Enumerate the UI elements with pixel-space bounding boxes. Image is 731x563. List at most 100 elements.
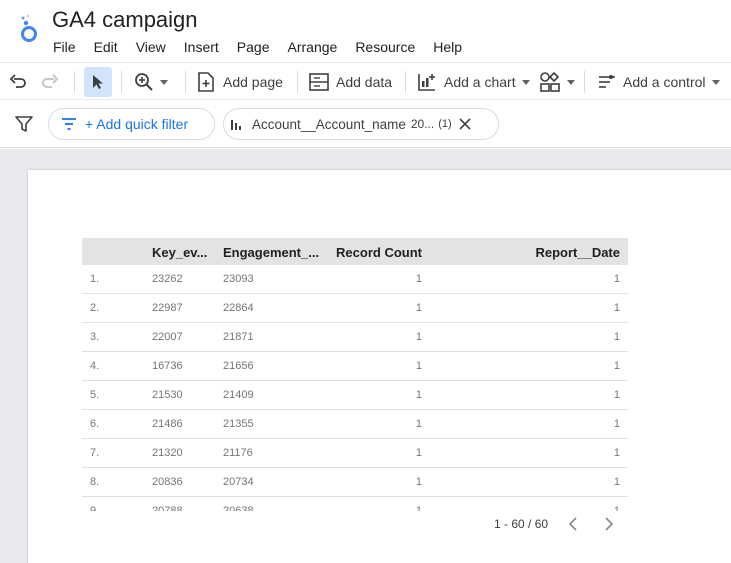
table-row: 4. 16736 21656 1 1: [82, 352, 628, 381]
add-chart-icon: [418, 74, 435, 91]
toolbar-divider: [74, 71, 75, 93]
column-header-report-date[interactable]: Report__Date: [522, 245, 620, 260]
table-header: Key_ev... Engagement_... Record Count Re…: [82, 238, 628, 265]
add-control-label: Add a control: [623, 74, 706, 90]
pagination-label: 1 - 60 / 60: [494, 517, 549, 531]
close-icon[interactable]: [458, 117, 472, 131]
zoom-button[interactable]: [134, 67, 168, 97]
cell-engagement: 22864: [223, 302, 254, 314]
title-bar: GA4 campaign File Edit View Insert Page …: [0, 0, 731, 62]
cell-record-count: 1: [415, 273, 422, 285]
bar-chart-icon: [231, 120, 241, 130]
toolbar-divider: [297, 71, 298, 93]
add-data-button[interactable]: Add data: [308, 67, 392, 97]
add-quick-filter-label: + Add quick filter: [85, 116, 189, 132]
table-row: 9. 20788 20638 1 1: [82, 497, 628, 511]
cell-report-date: 1: [613, 389, 620, 401]
row-index: 6.: [90, 418, 100, 430]
table-row: 6. 21486 21355 1 1: [82, 410, 628, 439]
column-header-record-count[interactable]: Record Count: [336, 245, 422, 260]
quick-filter-icon: [62, 118, 76, 130]
undo-icon: [9, 74, 26, 88]
filter-bar: + Add quick filter Account__Account_name…: [0, 100, 731, 148]
account-filter-field: Account__Account_name: [252, 116, 406, 132]
row-index: 9.: [90, 505, 100, 511]
menu-edit[interactable]: Edit: [85, 37, 127, 57]
table-row: 1. 23262 23093 1 1: [82, 265, 628, 294]
cell-engagement: 21871: [223, 331, 254, 343]
toolbar: Add page Add data Add a chart Add a cont…: [0, 62, 731, 100]
row-index: 8.: [90, 476, 100, 488]
column-header-key-events[interactable]: Key_ev...: [152, 245, 207, 260]
column-header-engagement[interactable]: Engagement_...: [223, 245, 319, 260]
row-index: 4.: [90, 360, 100, 372]
row-index: 7.: [90, 447, 100, 459]
add-quick-filter-button[interactable]: + Add quick filter: [48, 108, 215, 140]
filter-button[interactable]: [14, 109, 34, 139]
add-data-icon: [309, 73, 329, 91]
table-pagination: 1 - 60 / 60: [494, 517, 614, 531]
cell-key-events: 21530: [152, 389, 183, 401]
add-data-label: Add data: [336, 74, 393, 90]
community-viz-button[interactable]: [539, 67, 575, 97]
table-row: 7. 21320 21176 1 1: [82, 439, 628, 468]
chevron-left-icon[interactable]: [568, 517, 578, 531]
cell-key-events: 20836: [152, 476, 183, 488]
add-page-label: Add page: [223, 74, 283, 90]
add-chart-label: Add a chart: [444, 74, 516, 90]
chevron-down-icon: [711, 79, 720, 85]
cell-record-count: 1: [415, 418, 422, 430]
cell-record-count: 1: [415, 505, 422, 511]
cell-engagement: 20638: [223, 505, 254, 511]
cell-report-date: 1: [613, 331, 620, 343]
report-title[interactable]: GA4 campaign: [52, 7, 198, 33]
table-row: 8. 20836 20734 1 1: [82, 468, 628, 497]
cell-key-events: 16736: [152, 360, 183, 372]
menu-arrange[interactable]: Arrange: [279, 37, 347, 57]
report-canvas[interactable]: Key_ev... Engagement_... Record Count Re…: [0, 149, 731, 563]
report-page[interactable]: Key_ev... Engagement_... Record Count Re…: [28, 170, 731, 563]
add-control-button[interactable]: Add a control: [597, 67, 720, 97]
cell-report-date: 1: [613, 418, 620, 430]
chevron-down-icon: [521, 79, 530, 85]
row-index: 2.: [90, 302, 100, 314]
cell-report-date: 1: [613, 360, 620, 372]
cell-record-count: 1: [415, 331, 422, 343]
menu-resource[interactable]: Resource: [346, 37, 424, 57]
table-row: 5. 21530 21409 1 1: [82, 381, 628, 410]
cell-engagement: 21409: [223, 389, 254, 401]
chevron-right-icon[interactable]: [604, 517, 614, 531]
chevron-down-icon: [160, 79, 168, 85]
menu-file[interactable]: File: [44, 37, 85, 57]
cell-engagement: 20734: [223, 476, 254, 488]
table-row: 3. 22007 21871 1 1: [82, 323, 628, 352]
select-tool-button[interactable]: [84, 67, 112, 97]
chevron-down-icon: [567, 79, 575, 85]
menu-insert[interactable]: Insert: [175, 37, 228, 57]
cell-record-count: 1: [415, 302, 422, 314]
cell-engagement: 21176: [223, 447, 253, 459]
cell-report-date: 1: [613, 476, 620, 488]
menu-view[interactable]: View: [127, 37, 175, 57]
community-viz-icon: [540, 71, 560, 92]
redo-button[interactable]: [40, 67, 60, 97]
account-filter-chip[interactable]: Account__Account_name 20... (1): [223, 108, 499, 140]
zoom-icon: [135, 73, 153, 91]
menu-page[interactable]: Page: [228, 37, 279, 57]
cell-key-events: 21486: [152, 418, 183, 430]
toolbar-divider: [121, 71, 122, 93]
cell-record-count: 1: [415, 476, 422, 488]
undo-button[interactable]: [8, 67, 28, 97]
data-table[interactable]: Key_ev... Engagement_... Record Count Re…: [82, 238, 628, 511]
add-page-button[interactable]: Add page: [197, 67, 283, 97]
menu-help[interactable]: Help: [424, 37, 471, 57]
looker-studio-logo-icon[interactable]: [18, 14, 40, 44]
row-index: 5.: [90, 389, 100, 401]
account-filter-value: 20...: [410, 117, 435, 131]
add-chart-button[interactable]: Add a chart: [417, 67, 530, 97]
account-filter-count: (1): [438, 118, 452, 130]
cell-key-events: 22007: [152, 331, 183, 343]
cell-engagement: 21656: [223, 360, 254, 372]
cell-key-events: 21320: [152, 447, 183, 459]
cell-key-events: 22987: [152, 302, 183, 314]
